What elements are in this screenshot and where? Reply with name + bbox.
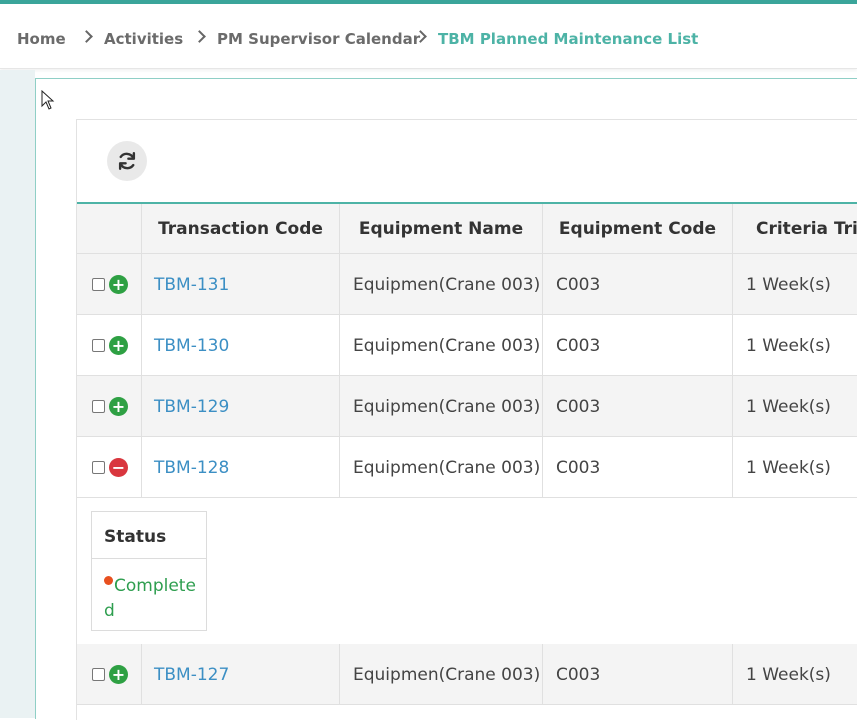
- header-equipment-code[interactable]: Equipment Code: [543, 204, 733, 254]
- status-dot-icon: [104, 576, 113, 585]
- equipment-name-cell: Equipmen(Crane 003): [340, 315, 543, 376]
- transaction-code-link[interactable]: TBM-130: [142, 315, 340, 376]
- breadcrumb-current: TBM Planned Maintenance List: [438, 30, 699, 48]
- refresh-icon: [118, 152, 136, 170]
- equipment-code-cell: C003: [543, 315, 733, 376]
- equipment-name-cell: Equipmen(Crane 003): [340, 437, 543, 498]
- criteria-cell: 1 Week(s): [746, 274, 831, 295]
- transaction-code-link[interactable]: TBM-131: [142, 254, 340, 315]
- expand-plus-icon[interactable]: +: [109, 665, 128, 684]
- row-controls: +: [77, 315, 142, 376]
- list-panel: Transaction Code Equipment Name Equipmen…: [76, 119, 857, 720]
- equipment-code-cell: C003: [543, 376, 733, 437]
- header-equipment-name[interactable]: Equipment Name: [340, 204, 543, 254]
- status-value: Completed: [104, 576, 196, 621]
- toolbar: [77, 120, 857, 204]
- criteria-cell: 1 Week(s): [746, 664, 831, 685]
- row-controls: −: [77, 437, 142, 498]
- expand-plus-icon[interactable]: +: [109, 397, 128, 416]
- criteria-cell: 1 Week(s): [746, 457, 831, 478]
- collapse-minus-icon[interactable]: −: [109, 458, 128, 477]
- row-checkbox[interactable]: [92, 461, 105, 474]
- expand-plus-icon[interactable]: +: [109, 275, 128, 294]
- left-rail: [0, 70, 35, 718]
- chevron-right-icon: [193, 30, 206, 43]
- breadcrumb-pm-supervisor-calendar[interactable]: PM Supervisor Calendar: [217, 30, 420, 48]
- equipment-name-cell: Equipmen(Crane 003): [340, 376, 543, 437]
- transaction-code-link[interactable]: TBM-128: [142, 437, 340, 498]
- mouse-cursor-icon: [41, 90, 55, 110]
- equipment-code-cell: C003: [543, 644, 733, 705]
- breadcrumb: Home Activities PM Supervisor Calendar T…: [0, 4, 857, 69]
- row-checkbox[interactable]: [92, 339, 105, 352]
- expand-plus-icon[interactable]: +: [109, 336, 128, 355]
- criteria-cell: 1 Week(s): [746, 396, 831, 417]
- breadcrumb-activities[interactable]: Activities: [104, 30, 183, 48]
- row-checkbox[interactable]: [92, 278, 105, 291]
- refresh-button[interactable]: [107, 141, 147, 181]
- transaction-code-link[interactable]: TBM-127: [142, 644, 340, 705]
- status-label: Status: [92, 512, 206, 559]
- row-detail: Status Completed: [77, 498, 857, 645]
- equipment-code-cell: C003: [543, 437, 733, 498]
- equipment-name-cell: Equipmen(Crane 003): [340, 644, 543, 705]
- equipment-name-cell: Equipmen(Crane 003): [340, 254, 543, 315]
- header-criteria-trigger[interactable]: Criteria Trig: [733, 204, 857, 254]
- equipment-code-cell: C003: [543, 254, 733, 315]
- status-detail-box: Status Completed: [91, 511, 207, 631]
- row-controls: +: [77, 644, 142, 705]
- row-checkbox[interactable]: [92, 668, 105, 681]
- row-checkbox[interactable]: [92, 400, 105, 413]
- header-transaction-code[interactable]: Transaction Code: [142, 204, 340, 254]
- criteria-cell: 1 Week(s): [746, 335, 831, 356]
- chevron-right-icon: [80, 30, 93, 43]
- row-controls: +: [77, 376, 142, 437]
- transaction-code-link[interactable]: TBM-129: [142, 376, 340, 437]
- status-value-wrap: Completed: [104, 574, 200, 624]
- header-select: [77, 204, 142, 254]
- breadcrumb-home[interactable]: Home: [17, 30, 66, 48]
- row-controls: +: [77, 254, 142, 315]
